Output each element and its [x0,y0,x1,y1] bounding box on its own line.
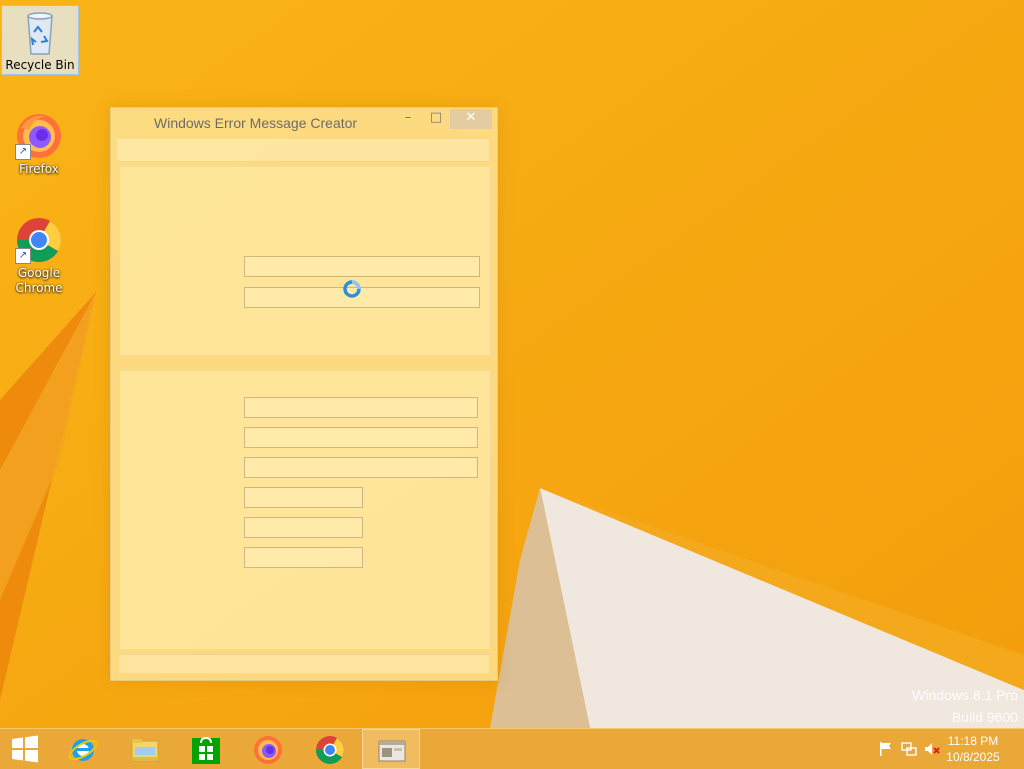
desktop-icon-label: Google Chrome [15,266,63,295]
app-window-icon [378,740,406,762]
taskbar-clock[interactable]: 11:18 PM 10/8/2025 [938,733,1008,765]
desktop-icon-label: Firefox [19,162,59,176]
firefox-icon: ↗ [15,112,63,160]
desktop-icon-label: Recycle Bin [5,58,75,72]
shortcut-arrow-icon: ↗ [15,248,31,264]
close-button[interactable]: ✕ [450,109,492,129]
short-text-field[interactable] [244,487,363,508]
text-field[interactable] [244,256,480,277]
os-watermark: Windows 8.1 Pro Build 9600 [912,684,1018,728]
taskbar: 11:18 PM 10/8/2025 [0,728,1024,769]
file-explorer-icon [131,739,159,762]
store-icon [192,736,220,764]
desktop-icon-firefox[interactable]: ↗ Firefox [1,108,77,177]
short-text-field[interactable] [244,517,363,538]
firefox-icon [254,736,282,764]
text-field[interactable] [244,427,478,448]
watermark-edition: Windows 8.1 Pro [912,687,1018,703]
action-center-flag-icon[interactable] [878,741,894,757]
taskbar-internet-explorer[interactable] [54,729,110,769]
recycle-bin-icon [16,10,64,56]
busy-cursor-icon [343,280,361,298]
taskbar-google-chrome[interactable] [301,729,357,769]
desktop: Recycle Bin ↗ Firefox ↗ Google Chrome Wi… [0,0,1024,728]
shortcut-arrow-icon: ↗ [15,144,31,160]
short-text-field[interactable] [244,547,363,568]
clock-date: 10/8/2025 [946,750,1000,764]
minimize-button[interactable]: – [395,109,421,129]
button-settings-group [119,370,491,650]
internet-explorer-icon [68,739,98,761]
text-field[interactable] [244,397,478,418]
system-tray: 11:18 PM 10/8/2025 [864,729,1024,769]
desktop-icon-recycle-bin[interactable]: Recycle Bin [1,5,79,75]
dialog-settings-group [119,166,491,356]
window-title: Windows Error Message Creator [154,115,358,131]
start-button[interactable] [0,729,50,769]
taskbar-file-explorer[interactable] [116,729,172,769]
taskbar-firefox[interactable] [239,729,295,769]
text-field[interactable] [244,287,480,308]
taskbar-error-message-creator[interactable] [362,729,420,769]
status-strip [119,654,489,673]
chrome-icon [316,736,344,764]
clock-time: 11:18 PM [947,734,999,748]
text-field[interactable] [244,457,478,478]
windows-start-icon [12,735,38,763]
menu-strip [117,139,489,162]
title-bar[interactable]: Windows Error Message Creator – □ ✕ [111,108,497,138]
maximize-button[interactable]: □ [423,109,449,129]
watermark-build: Build 9600 [951,709,1018,725]
error-message-creator-window[interactable]: Windows Error Message Creator – □ ✕ [110,107,498,681]
network-icon[interactable] [901,741,917,757]
chrome-icon: ↗ [15,216,63,264]
taskbar-store[interactable] [177,729,233,769]
desktop-icon-google-chrome[interactable]: ↗ Google Chrome [1,212,77,296]
